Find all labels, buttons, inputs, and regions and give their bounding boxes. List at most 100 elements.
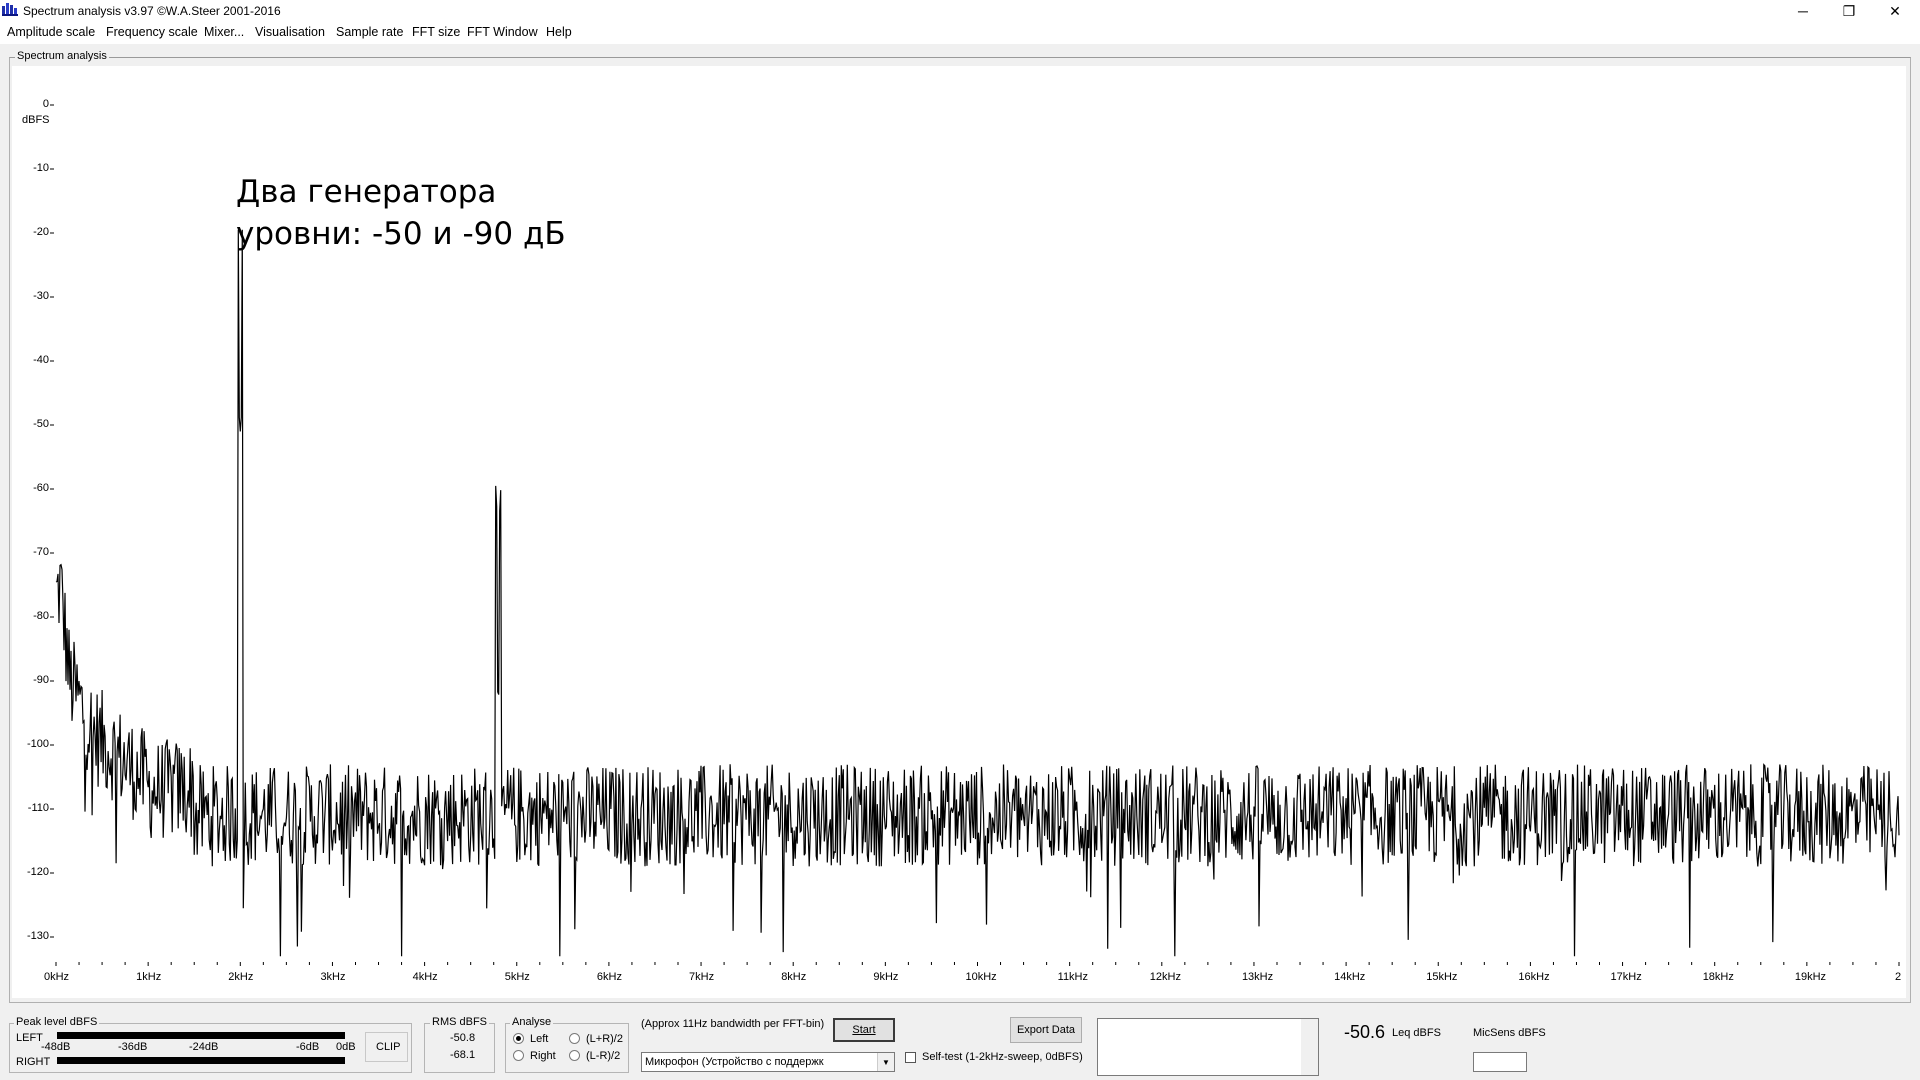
maximize-button[interactable]: ❐	[1826, 0, 1872, 22]
chevron-down-icon[interactable]: ▼	[877, 1053, 894, 1071]
analyse-left-radio[interactable]	[513, 1033, 524, 1044]
device-value: Микрофон (Устройство с поддержк	[645, 1056, 824, 1068]
analyse-sum-radio[interactable]	[569, 1033, 580, 1044]
rms-right-value: -68.1	[450, 1049, 476, 1061]
menu-fft-window[interactable]: FFT Window	[467, 25, 538, 39]
meter-scale-6: -6dB	[296, 1041, 320, 1053]
leq-value: -50.6	[1344, 1022, 1386, 1042]
close-icon: ✕	[1889, 2, 1901, 19]
menu-mixer[interactable]: Mixer...	[204, 25, 244, 39]
self-test-checkbox[interactable]	[905, 1052, 916, 1063]
x-tick-label: 9kHz	[873, 971, 899, 983]
menu-amplitude-scale[interactable]: Amplitude scale	[7, 25, 95, 39]
clip-label: CLIP	[376, 1041, 401, 1053]
left-channel-label: LEFT	[16, 1032, 43, 1044]
x-tick-label: 7kHz	[689, 971, 715, 983]
start-button[interactable]: Start	[833, 1018, 895, 1042]
self-test-label: Self-test (1-2kHz-sweep, 0dBFS)	[922, 1051, 1083, 1063]
spectrum-trace	[55, 229, 1900, 957]
analyse-diff-label: (L-R)/2	[586, 1050, 621, 1062]
analyse-label: Analyse	[510, 1016, 554, 1028]
y-tick-label: -40	[33, 354, 49, 366]
x-tick-label: 18kHz	[1702, 971, 1734, 983]
x-tick-label: 6kHz	[596, 971, 622, 983]
log-scrollbar[interactable]	[1301, 1019, 1318, 1075]
start-label: Start	[852, 1024, 876, 1036]
menu-visualisation[interactable]: Visualisation	[255, 25, 325, 39]
app-icon	[2, 3, 18, 16]
annotation-text: Два генератора уровни: -50 и -90 дБ	[236, 171, 566, 255]
left-peak-meter	[57, 1032, 345, 1039]
x-tick-label: 5kHz	[504, 971, 530, 983]
analyse-group	[505, 1023, 629, 1073]
meter-scale-0: 0dB	[336, 1041, 356, 1053]
x-tick-label: 3kHz	[320, 971, 346, 983]
y-tick-label: -130	[26, 930, 49, 942]
x-tick-label: 2kHz	[228, 971, 254, 983]
micsens-input[interactable]	[1473, 1052, 1527, 1072]
leq-unit: Leq dBFS	[1392, 1027, 1441, 1039]
micsens-label: MicSens dBFS	[1473, 1027, 1546, 1039]
close-button[interactable]: ✕	[1872, 0, 1918, 22]
meter-scale-48: -48dB	[41, 1041, 71, 1053]
menu-frequency-scale[interactable]: Frequency scale	[106, 25, 198, 39]
y-axis-unit: dBFS	[22, 114, 50, 126]
y-tick-label: -90	[33, 674, 49, 686]
analyse-diff-radio[interactable]	[569, 1050, 580, 1061]
x-tick-label: 8kHz	[781, 971, 807, 983]
y-tick-label: -10	[33, 162, 49, 174]
menu-fft-size[interactable]: FFT size	[412, 25, 460, 39]
x-tick-label: 1kHz	[136, 971, 162, 983]
clip-indicator: CLIP	[365, 1032, 408, 1062]
bandwidth-note: (Approx 11Hz bandwidth per FFT-bin)	[641, 1018, 825, 1030]
right-peak-meter	[57, 1057, 345, 1064]
minimize-icon: ─	[1798, 3, 1808, 19]
rms-group	[424, 1023, 495, 1073]
meter-scale-36: -36dB	[118, 1041, 148, 1053]
y-tick-label: -120	[26, 866, 49, 878]
annotation-line-1: Два генератора	[236, 174, 497, 210]
rms-left-value: -50.8	[450, 1032, 476, 1044]
y-tick-label: -30	[33, 290, 49, 302]
right-channel-label: RIGHT	[16, 1056, 51, 1068]
y-tick-label: -110	[27, 802, 49, 814]
x-tick-label: 10kHz	[965, 971, 997, 983]
x-tick-label: 12kHz	[1149, 971, 1181, 983]
x-tick-label: 16kHz	[1518, 971, 1550, 983]
input-device-select[interactable]: Микрофон (Устройство с поддержк ▼	[641, 1052, 895, 1072]
x-tick-label: 4kHz	[412, 971, 438, 983]
export-label: Export Data	[1016, 1024, 1076, 1036]
title-bar: Spectrum analysis v3.97 ©W.A.Steer 2001-…	[0, 0, 1920, 22]
y-tick-label: -80	[33, 610, 49, 622]
x-tick-label: 2	[1895, 971, 1902, 983]
y-tick-label: -100	[26, 738, 49, 750]
menu-sample-rate[interactable]: Sample rate	[336, 25, 403, 39]
x-tick-label: 14kHz	[1334, 971, 1366, 983]
x-tick-label: 11kHz	[1057, 971, 1089, 983]
restore-icon: ❐	[1842, 2, 1856, 19]
y-tick-label: -70	[33, 546, 49, 558]
export-data-button[interactable]: Export Data	[1010, 1017, 1082, 1043]
log-box[interactable]	[1097, 1018, 1319, 1076]
x-tick-label: 0kHz	[44, 971, 70, 983]
spectrum-frame-label: Spectrum analysis	[15, 50, 109, 62]
meter-scale-24: -24dB	[189, 1041, 219, 1053]
x-tick-label: 13kHz	[1241, 971, 1274, 983]
peak-level-label: Peak level dBFS	[14, 1016, 100, 1028]
window-title: Spectrum analysis v3.97 ©W.A.Steer 2001-…	[23, 4, 281, 18]
rms-label: RMS dBFS	[430, 1016, 490, 1028]
y-tick-label: -60	[33, 482, 49, 494]
x-tick-label: 19kHz	[1794, 971, 1827, 983]
menu-bar: Amplitude scale Frequency scale Mixer...…	[0, 22, 1920, 44]
analyse-right-radio[interactable]	[513, 1050, 524, 1061]
y-tick-label: -50	[33, 418, 49, 430]
analyse-left-label: Left	[530, 1033, 549, 1045]
minimize-button[interactable]: ─	[1780, 0, 1826, 22]
annotation-line-2: уровни: -50 и -90 дБ	[236, 216, 566, 252]
x-tick-label: 17kHz	[1610, 971, 1642, 983]
x-tick-label: 15kHz	[1426, 971, 1458, 983]
y-tick-label: -20	[33, 226, 49, 238]
y-tick-label: 0	[42, 98, 49, 110]
analyse-right-label: Right	[530, 1050, 556, 1062]
menu-help[interactable]: Help	[546, 25, 572, 39]
